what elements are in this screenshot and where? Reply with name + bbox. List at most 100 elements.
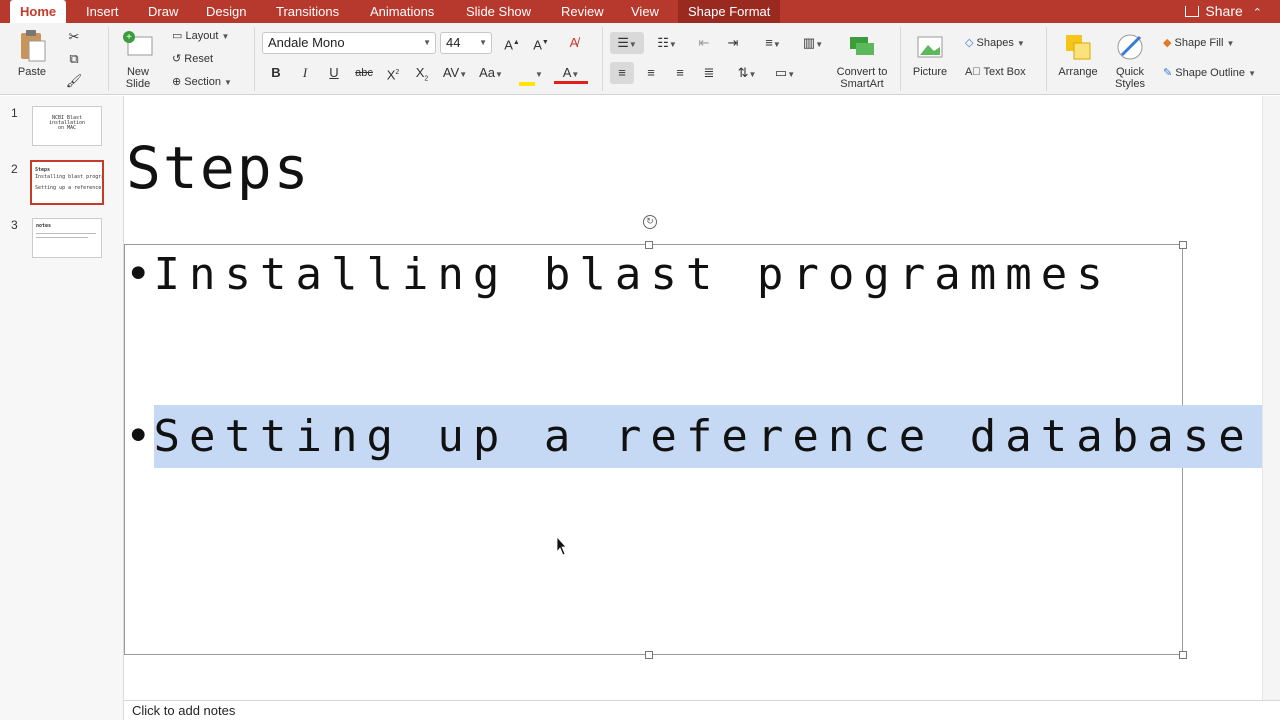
arrange-button[interactable]: Arrange — [1052, 29, 1104, 78]
numbering-icon[interactable]: ☷▼ — [650, 32, 684, 54]
divider — [108, 27, 109, 91]
picture-icon — [917, 36, 943, 58]
slide-title[interactable]: Steps — [126, 134, 311, 202]
share-icon — [1185, 6, 1200, 17]
thumb-text: Installing blast programmes — [35, 174, 104, 180]
slide-thumbnail-3[interactable]: notes — [32, 218, 102, 258]
increase-indent-icon[interactable]: ⇥ — [721, 32, 745, 54]
paste-icon — [21, 30, 46, 62]
font-size-combo[interactable]: 44 ▼ — [440, 32, 492, 54]
align-left-icon[interactable]: ≡ — [610, 62, 634, 84]
shape-fill-button[interactable]: ◆ Shape Fill ▼ — [1163, 36, 1234, 49]
bullet-icon: • — [125, 249, 152, 300]
decrease-indent-icon[interactable]: ⇤ — [692, 32, 716, 54]
cut-icon[interactable]: ✂ — [62, 26, 86, 48]
new-slide-button[interactable]: + New Slide — [116, 29, 160, 90]
divider — [1046, 27, 1047, 91]
font-name-combo[interactable]: Andale Mono ▼ — [262, 32, 436, 54]
thumb-line — [36, 237, 88, 238]
thumb-line — [36, 233, 96, 234]
align-center-icon[interactable]: ≡ — [639, 62, 663, 84]
shrink-font-icon[interactable]: A▼ — [529, 32, 553, 54]
shapes-label: Shapes — [976, 37, 1014, 49]
shape-outline-button[interactable]: ✎ Shape Outline ▼ — [1163, 66, 1256, 79]
notes-pane[interactable]: Click to add notes — [124, 700, 1280, 720]
subscript-icon[interactable]: X2 — [410, 62, 434, 84]
underline-icon[interactable]: U — [322, 62, 346, 84]
justify-icon[interactable]: ≣ — [697, 62, 721, 84]
tab-review[interactable]: Review — [551, 0, 614, 23]
copy-icon[interactable]: ⧉ — [62, 48, 86, 70]
bullet-icon: • — [125, 411, 152, 462]
italic-icon[interactable]: I — [293, 62, 317, 84]
picture-button[interactable]: Picture — [906, 29, 954, 78]
share-button[interactable]: Share ⌃ — [1185, 0, 1262, 23]
tab-draw[interactable]: Draw — [138, 0, 188, 23]
clear-formatting-icon[interactable]: A̸ — [562, 32, 586, 54]
section-button[interactable]: ⊕ Section ▼ — [172, 75, 232, 88]
bullet-item[interactable]: •Setting up a reference database — [125, 405, 1280, 468]
line-spacing-icon[interactable]: ≡▼ — [756, 32, 790, 54]
convert-smartart-button[interactable]: Convert to SmartArt — [830, 29, 894, 90]
section-icon: ⊕ — [172, 76, 185, 88]
tab-view[interactable]: View — [621, 0, 669, 23]
character-spacing-icon[interactable]: AV▼ — [440, 62, 470, 84]
resize-handle[interactable] — [645, 241, 653, 249]
strikethrough-icon[interactable]: abc — [352, 62, 376, 84]
tab-animations[interactable]: Animations — [360, 0, 444, 23]
mouse-cursor-icon — [556, 536, 566, 556]
align-text-icon[interactable]: ▭▼ — [768, 62, 802, 84]
section-label: Section — [184, 76, 221, 88]
text-box-button[interactable]: A⃞ Text Box — [965, 66, 1026, 78]
format-painter-icon[interactable]: 🖌 — [62, 70, 86, 92]
paste-label: Paste — [17, 66, 47, 78]
tab-shape-format[interactable]: Shape Format — [678, 0, 781, 23]
notes-placeholder: Click to add notes — [132, 703, 236, 718]
text-direction-icon[interactable]: ⇅▼ — [730, 62, 764, 84]
tab-insert[interactable]: Insert — [76, 0, 129, 23]
tab-design[interactable]: Design — [196, 0, 256, 23]
font-name-value: Andale Mono — [268, 35, 345, 50]
vertical-scrollbar[interactable] — [1262, 96, 1280, 700]
resize-handle[interactable] — [645, 651, 653, 659]
quick-styles-label: Quick Styles — [1115, 66, 1145, 90]
shapes-button[interactable]: ◇ Shapes ▼ — [965, 36, 1025, 49]
bullet-item[interactable]: •Installing blast programmes — [125, 249, 1112, 300]
arrange-label: Arrange — [1058, 66, 1098, 78]
align-right-icon[interactable]: ≡ — [668, 62, 692, 84]
collapse-ribbon-icon[interactable]: ⌃ — [1253, 7, 1262, 19]
tab-slide-show[interactable]: Slide Show — [456, 0, 541, 23]
text-box-label: Text Box — [983, 66, 1026, 78]
slide-thumbnail-2[interactable]: Steps Installing blast programmes Settin… — [30, 160, 104, 205]
content-placeholder[interactable]: ↻ •Installing blast programmes •Setting … — [124, 215, 1280, 659]
quick-styles-button[interactable]: Quick Styles — [1108, 29, 1152, 90]
picture-label: Picture — [912, 66, 948, 78]
slide-thumbnails-pane: 1 NCBI Blast installation on MAC 2 Steps… — [0, 96, 124, 720]
change-case-icon[interactable]: Aa▼ — [476, 62, 506, 84]
font-size-value: 44 — [446, 35, 461, 50]
font-color-icon[interactable]: A▼ — [554, 62, 588, 84]
columns-icon[interactable]: ▥▼ — [796, 32, 830, 54]
tab-transitions[interactable]: Transitions — [266, 0, 349, 23]
resize-handle[interactable] — [1179, 651, 1187, 659]
bullet-text: Installing blast programmes — [153, 249, 1112, 300]
bullets-icon[interactable]: ☰▼ — [610, 32, 644, 54]
slide-thumbnail-1[interactable]: NCBI Blast installation on MAC — [32, 106, 102, 146]
layout-button[interactable]: ▭ Layout ▼ — [172, 29, 229, 42]
convert-smartart-label: Convert to SmartArt — [836, 66, 888, 90]
resize-handle[interactable] — [1179, 241, 1187, 249]
highlight-color-icon[interactable]: ▼ — [514, 62, 548, 86]
slide-canvas[interactable]: Steps ↻ •Installing blast programmes •Se… — [124, 96, 1280, 700]
layout-icon: ▭ — [172, 30, 186, 42]
grow-font-icon[interactable]: A▲ — [500, 32, 524, 54]
rotate-handle-icon[interactable]: ↻ — [643, 215, 657, 229]
superscript-icon[interactable]: X2 — [381, 62, 405, 84]
share-label: Share — [1205, 3, 1243, 19]
new-slide-label: New Slide — [125, 66, 151, 90]
shape-outline-label: Shape Outline — [1175, 67, 1245, 79]
paste-button[interactable]: Paste — [10, 29, 54, 78]
selected-text: Setting up a reference database — [153, 405, 1280, 468]
tab-home[interactable]: Home — [10, 0, 67, 23]
reset-button[interactable]: ↺ Reset — [172, 52, 213, 65]
bold-icon[interactable]: B — [264, 62, 288, 84]
